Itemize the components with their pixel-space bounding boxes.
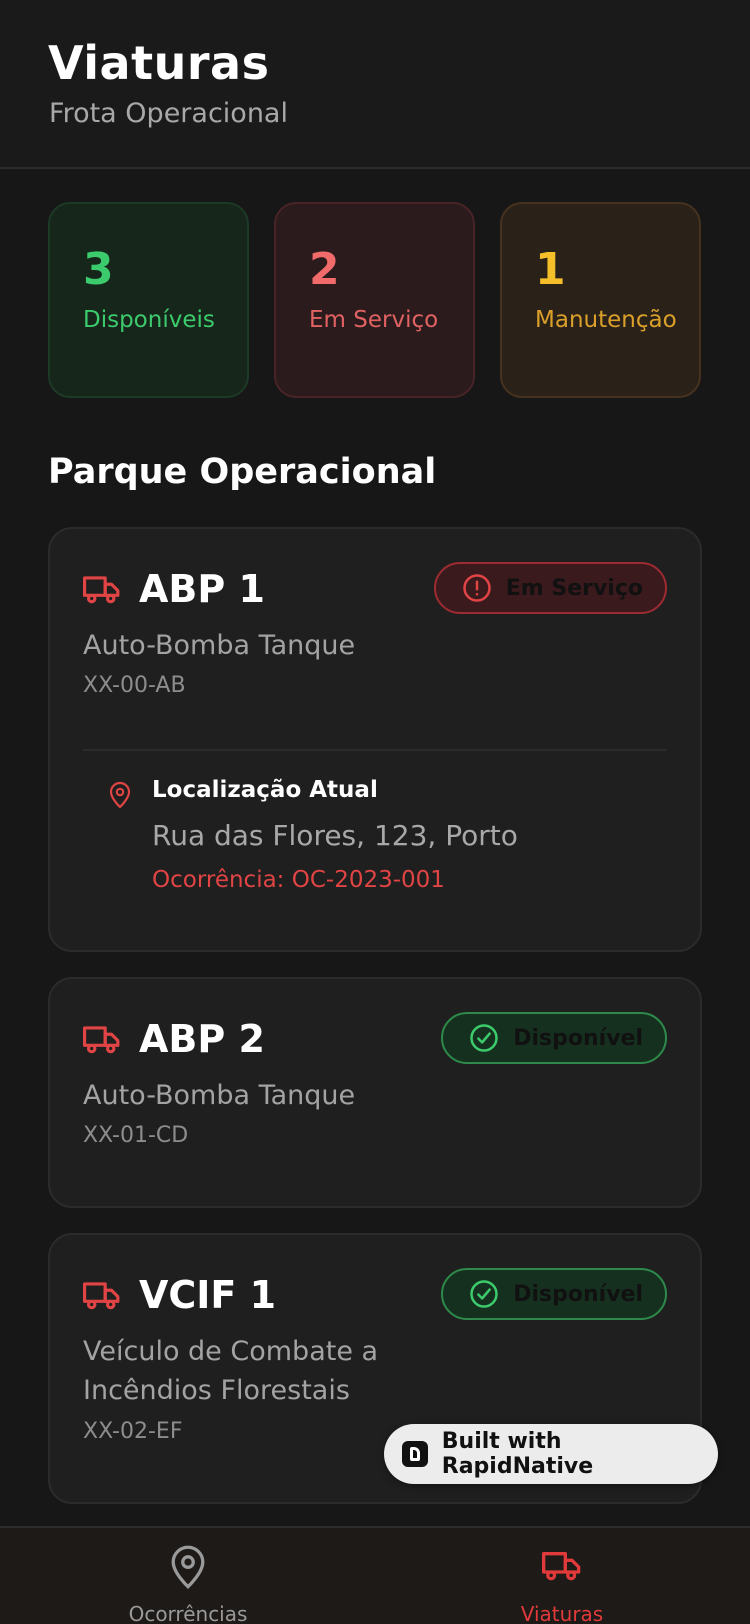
check-circle-icon bbox=[470, 1024, 498, 1052]
built-with-label: Built with RapidNative bbox=[441, 1429, 594, 1479]
page-subtitle: Frota Operacional bbox=[49, 98, 288, 129]
built-with-badge[interactable]: Built with RapidNative bbox=[384, 1424, 718, 1484]
vehicle-name: VCIF 1 bbox=[139, 1273, 277, 1317]
truck-icon bbox=[83, 576, 120, 604]
vehicle-plate: XX-00-AB bbox=[83, 673, 186, 698]
stat-card-available: 3 Disponíveis bbox=[48, 202, 249, 398]
stat-label: Em Serviço bbox=[309, 307, 439, 333]
page-title: Viaturas bbox=[48, 36, 270, 90]
status-badge: Em Serviço bbox=[433, 562, 667, 614]
stat-value: 2 bbox=[309, 244, 340, 295]
bottom-tab-bar: Ocorrências Viaturas bbox=[0, 1526, 750, 1624]
tab-label: Ocorrências bbox=[128, 1602, 248, 1624]
status-label: Disponível bbox=[513, 1281, 643, 1307]
vehicle-card-abp1[interactable]: ABP 1 Em Serviço Auto-Bomba Tanque XX-00… bbox=[48, 527, 702, 952]
location-address: Rua das Flores, 123, Porto bbox=[152, 819, 518, 852]
status-label: Em Serviço bbox=[505, 575, 643, 601]
vehicle-name: ABP 2 bbox=[139, 1017, 265, 1061]
occurrence-link[interactable]: Ocorrência: OC-2023-001 bbox=[152, 867, 445, 893]
stat-card-in-service: 2 Em Serviço bbox=[274, 202, 475, 398]
status-badge: Disponível bbox=[441, 1268, 667, 1320]
location-pin-icon bbox=[109, 781, 131, 809]
tab-viaturas[interactable]: Viaturas bbox=[462, 1544, 662, 1624]
vehicle-type: Auto-Bomba Tanque bbox=[83, 1080, 356, 1111]
vehicle-card-abp2[interactable]: ABP 2 Disponível Auto-Bomba Tanque XX-01… bbox=[48, 977, 702, 1208]
stat-value: 3 bbox=[83, 244, 114, 295]
alert-circle-icon bbox=[462, 574, 491, 602]
status-badge: Disponível bbox=[441, 1012, 667, 1064]
truck-icon bbox=[83, 1026, 120, 1054]
stat-card-maintenance: 1 Manutenção bbox=[500, 202, 701, 398]
truck-icon bbox=[83, 1282, 120, 1310]
vehicle-name: ABP 1 bbox=[139, 567, 265, 611]
truck-icon bbox=[542, 1552, 581, 1581]
map-pin-icon bbox=[171, 1545, 205, 1589]
vehicle-plate: XX-02-EF bbox=[83, 1419, 183, 1444]
tab-ocorrencias[interactable]: Ocorrências bbox=[88, 1544, 288, 1624]
location-title: Localização Atual bbox=[152, 777, 378, 803]
tab-label: Viaturas bbox=[520, 1602, 604, 1624]
section-title: Parque Operacional bbox=[48, 452, 437, 492]
stat-label: Manutenção bbox=[535, 307, 677, 333]
status-label: Disponível bbox=[513, 1025, 643, 1051]
vehicle-type: Auto-Bomba Tanque bbox=[83, 630, 356, 661]
page-header: Viaturas Frota Operacional bbox=[0, 0, 750, 169]
stat-value: 1 bbox=[535, 244, 566, 295]
rapidnative-logo-icon bbox=[402, 1441, 428, 1467]
stat-label: Disponíveis bbox=[83, 307, 215, 333]
vehicle-plate: XX-01-CD bbox=[83, 1123, 189, 1148]
vehicle-type: Veículo de Combate a Incêndios Florestai… bbox=[83, 1336, 379, 1406]
divider bbox=[83, 749, 667, 751]
check-circle-icon bbox=[470, 1280, 498, 1308]
